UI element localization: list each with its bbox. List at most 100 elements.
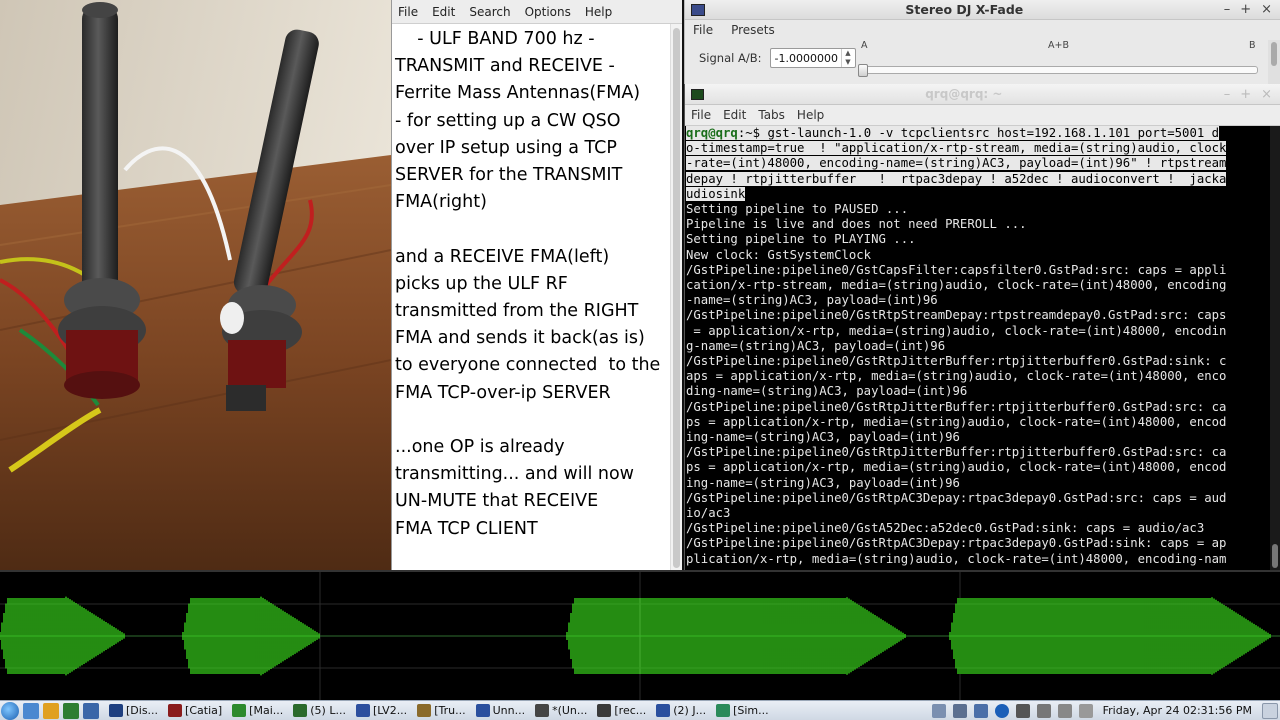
terminal-menu-tabs[interactable]: Tabs [758,108,785,122]
output-line: io/ac3 [686,506,731,521]
scope-burst [949,597,1271,675]
signal-spinbox[interactable]: ▲▼ [769,48,856,68]
minimize-icon[interactable]: – [1224,87,1231,102]
editor-scrollbar[interactable] [670,24,682,570]
taskbar-task[interactable]: [rec... [593,702,650,720]
terminal-app-icon [691,88,704,100]
dj-scrollbar[interactable] [1268,40,1280,84]
task-app-icon [716,704,731,717]
display-icon[interactable] [952,703,967,718]
output-line: ps = application/x-rtp, media=(string)au… [686,460,1227,475]
task-label: (5) L... [310,704,346,717]
close-icon[interactable]: × [1261,2,1272,17]
task-label: [Catia] [185,704,223,717]
terminal-titlebar[interactable]: qrq@qrq: ~ – + × [685,84,1280,105]
show-desktop-icon[interactable] [1262,702,1278,719]
spin-arrows-icon[interactable]: ▲ ▼ [840,49,855,67]
task-label: [LV2... [372,704,408,717]
taskbar-task[interactable]: [Catia] [164,702,226,720]
crossfade-slider-track[interactable] [860,66,1258,74]
task-app-icon [417,704,432,717]
close-icon[interactable]: × [1261,87,1272,102]
signal-label: Signal A/B: [699,51,762,65]
dj-menu-presets[interactable]: Presets [731,23,775,37]
taskbar-clock[interactable]: Friday, Apr 24 02:31:56 PM [1103,704,1252,717]
taskbar-task[interactable]: *(Un... [531,702,591,720]
terminal-icon[interactable] [63,702,79,719]
dj-window-title: Stereo DJ X-Fade [905,2,1024,17]
editor-menubar: File Edit Search Options Help [392,0,682,24]
editor-menu-edit[interactable]: Edit [432,5,455,19]
maximize-icon[interactable]: + [1240,2,1251,17]
output-line: = application/x-rtp, media=(string)audio… [686,323,1227,338]
browser-icon[interactable] [43,702,59,719]
task-label: *(Un... [552,704,588,717]
terminal-menu-file[interactable]: File [691,108,711,122]
editor-menu-options[interactable]: Options [525,5,571,19]
output-line: aps = application/x-rtp, media=(string)a… [686,369,1227,384]
taskbar-task[interactable]: [Sim... [712,702,773,720]
dj-xfade-window: Stereo DJ X-Fade – + × File Presets A A+… [684,0,1280,84]
minimize-icon[interactable]: – [1224,2,1231,17]
output-line: /GstPipeline:pipeline0/GstRtpAC3Depay:rt… [686,490,1227,505]
editor-menu-file[interactable]: File [398,5,418,19]
task-label: (2) J... [673,704,707,717]
start-menu-icon[interactable] [1,701,19,720]
output-line: plication/x-rtp, media=(string)audio, cl… [686,551,1227,566]
output-line: cation/x-rtp-stream, media=(string)audio… [686,278,1227,293]
crossfade-slider-handle[interactable] [858,64,868,77]
output-line: ing-name=(string)AC3, payload=(int)96 [686,475,960,490]
terminal-scrollbar-thumb[interactable] [1272,544,1278,568]
signal-value-input[interactable] [770,51,841,65]
taskbar-task[interactable]: (2) J... [652,702,710,720]
editor-menu-help[interactable]: Help [585,5,612,19]
slider-label-b: B [1249,40,1256,51]
terminal-menu-edit[interactable]: Edit [723,108,746,122]
scope-burst [182,596,320,676]
taskbar-task[interactable]: [LV2... [352,702,411,720]
task-label: [Sim... [733,704,769,717]
file-manager-icon[interactable] [83,702,99,719]
terminal-menu-help[interactable]: Help [797,108,824,122]
window-list-icon[interactable] [931,703,946,718]
command-line-4: depay ! rtpjitterbuffer ! rtpac3depay ! … [686,171,1227,186]
editor-scrollbar-thumb[interactable] [673,28,680,568]
bluetooth-icon[interactable] [973,703,988,718]
output-line: /GstPipeline:pipeline0/GstCapsFilter:cap… [686,262,1227,277]
dj-titlebar[interactable]: Stereo DJ X-Fade – + × [685,0,1280,20]
hp-icon[interactable] [994,703,1009,718]
command-line-5: udiosink [686,186,746,201]
output-line: New clock: GstSystemClock [686,247,872,262]
taskbar-task[interactable]: [Tru... [413,702,469,720]
battery-icon[interactable] [1078,703,1093,718]
desktop: File Edit Search Options Help - ULF BAND… [0,0,1280,720]
task-app-icon [232,704,247,717]
dj-menu-file[interactable]: File [693,23,713,37]
slider-label-mid: A+B [1048,40,1069,51]
editor-menu-search[interactable]: Search [469,5,510,19]
output-line: /GstPipeline:pipeline0/GstRtpJitterBuffe… [686,399,1227,414]
task-label: [Dis... [126,704,159,717]
keyboard-icon[interactable] [1057,703,1072,718]
volume-icon[interactable] [1015,703,1030,718]
maximize-icon[interactable]: + [1240,87,1251,102]
terminal-scrollbar[interactable] [1270,126,1280,570]
taskbar-task[interactable]: Unn... [472,702,529,720]
taskbar-task[interactable]: [Mai... [228,702,287,720]
desktop-icon[interactable] [23,702,39,719]
terminal-output[interactable]: qrq@qrq:~$ gst-launch-1.0 -v tcpclientsr… [685,126,1270,570]
output-line: g-name=(string)AC3, payload=(int)96 [686,338,946,353]
editor-text-area[interactable]: - ULF BAND 700 hz - TRANSMIT and RECEIVE… [392,24,671,570]
taskbar-task[interactable]: [Dis... [105,702,162,720]
taskbar-task[interactable]: (5) L... [289,702,350,720]
antenna-photo [0,0,391,570]
dj-scrollbar-thumb[interactable] [1271,42,1277,66]
network-icon[interactable] [1036,703,1051,718]
task-app-icon [355,704,370,717]
task-app-icon [293,704,308,717]
task-label: [rec... [614,704,647,717]
task-label: [Mai... [249,704,284,717]
output-line: Pipeline is live and does not need PRERO… [686,217,1027,232]
output-line: ing-name=(string)AC3, payload=(int)96 [686,430,960,445]
scope-burst [0,596,125,676]
